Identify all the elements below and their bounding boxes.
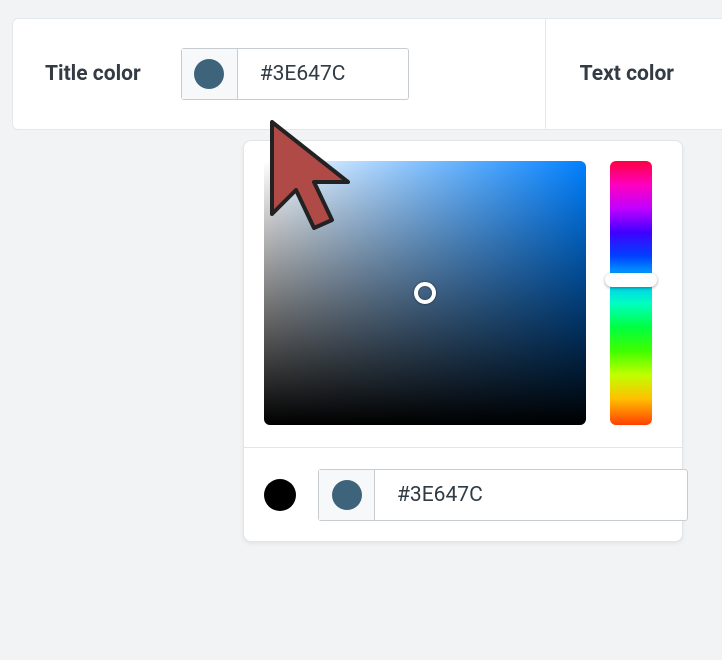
hue-slider-thumb[interactable] [605,273,657,287]
text-color-label: Text color [580,62,674,86]
title-color-hex-input[interactable] [238,49,408,99]
preset-color-swatch[interactable] [264,479,296,511]
color-picker-popover [243,140,683,542]
picker-swatch-circle [332,480,362,510]
saturation-value-area[interactable] [264,161,586,425]
title-color-section: Title color [13,19,546,129]
color-picker-lower [264,447,662,521]
title-color-swatch-button[interactable] [182,49,238,99]
title-color-label: Title color [45,62,141,86]
title-color-input-group [181,48,409,100]
color-picker-main [264,161,662,425]
picker-hex-input[interactable] [375,470,687,520]
picker-swatch-button[interactable] [319,470,375,520]
title-color-swatch-circle [194,59,224,89]
text-color-section: Text color [546,19,722,129]
hue-slider[interactable] [610,161,652,425]
sv-cursor[interactable] [414,282,436,304]
color-settings-bar: Title color Text color [12,18,722,130]
picker-hex-input-group [318,469,688,521]
